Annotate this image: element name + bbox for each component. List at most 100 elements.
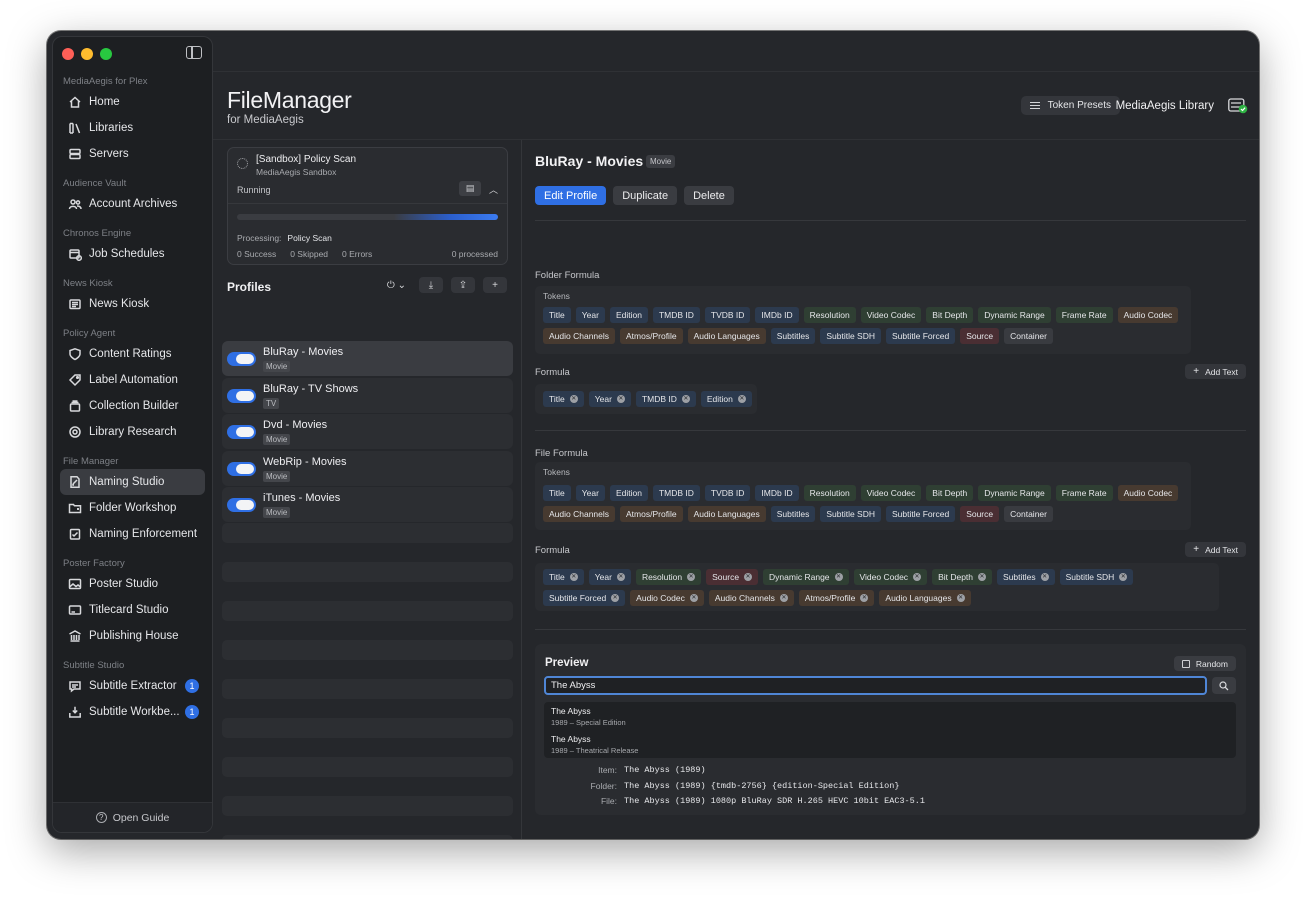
library-name[interactable]: MediaAegis Library <box>1116 100 1214 112</box>
sidebar-item-libraries[interactable]: Libraries <box>60 115 205 141</box>
token-chip[interactable]: TMDB ID <box>652 485 700 501</box>
token-chip[interactable]: Audio Channels <box>543 506 616 522</box>
token-chip[interactable]: Edition <box>609 307 648 323</box>
formula-chip[interactable]: Source ✕ <box>706 569 759 585</box>
formula-chip[interactable]: Subtitle SDH ✕ <box>1059 569 1134 585</box>
sidebar-toggle-icon[interactable] <box>186 46 202 59</box>
sidebar-item-publishing-house[interactable]: Publishing House <box>60 623 205 649</box>
sidebar-item-naming-enforcement[interactable]: Naming Enforcement <box>60 521 205 547</box>
server-status-icon[interactable] <box>1228 98 1248 114</box>
token-chip[interactable]: Bit Depth <box>926 307 974 323</box>
token-chip[interactable]: Source <box>960 328 1000 344</box>
remove-icon[interactable]: ✕ <box>834 573 843 581</box>
sidebar-item-naming-studio[interactable]: Naming Studio <box>60 469 205 495</box>
remove-icon[interactable]: ✕ <box>956 594 965 602</box>
token-chip[interactable]: Subtitles <box>770 506 816 522</box>
token-chip[interactable]: Audio Languages <box>687 328 766 344</box>
profile-row[interactable]: Dvd - Movies Movie <box>222 414 513 449</box>
token-chip[interactable]: Audio Codec <box>1117 485 1179 501</box>
preview-search-button[interactable] <box>1212 677 1236 694</box>
profile-row[interactable]: WebRip - Movies Movie <box>222 450 513 486</box>
add-profile-button[interactable]: + <box>483 277 507 293</box>
token-chip[interactable]: Frame Rate <box>1055 485 1113 501</box>
token-chip[interactable]: Atmos/Profile <box>620 506 683 522</box>
formula-chip[interactable]: Audio Channels ✕ <box>708 590 794 606</box>
token-chip[interactable]: Frame Rate <box>1055 307 1113 323</box>
remove-icon[interactable]: ✕ <box>611 594 620 602</box>
formula-chip[interactable]: Resolution ✕ <box>635 569 702 585</box>
sidebar-item-content-ratings[interactable]: Content Ratings <box>60 341 205 367</box>
edit-profile-button[interactable]: Edit Profile <box>535 186 607 205</box>
remove-icon[interactable]: ✕ <box>687 573 696 581</box>
token-chip[interactable]: Subtitle Forced <box>886 328 956 344</box>
sidebar-item-subtitle-extractor[interactable]: Subtitle Extractor 1 <box>60 673 205 699</box>
result-item[interactable]: The Abyss 1989 – Theatrical Release <box>551 734 638 755</box>
formula-chip[interactable]: Video Codec ✕ <box>853 569 928 585</box>
token-chip[interactable]: Year <box>575 485 605 501</box>
token-chip[interactable]: TMDB ID <box>652 307 700 323</box>
token-chip[interactable]: TVDB ID <box>704 485 751 501</box>
formula-chip[interactable]: Year ✕ <box>588 569 631 585</box>
folder-add-text-button[interactable]: + Add Text <box>1185 364 1246 379</box>
profile-row[interactable]: iTunes - Movies Movie <box>222 487 513 522</box>
token-chip[interactable]: Title <box>543 485 571 501</box>
remove-icon[interactable]: ✕ <box>689 594 698 602</box>
token-chip[interactable]: Subtitles <box>770 328 816 344</box>
remove-icon[interactable]: ✕ <box>616 395 625 403</box>
remove-icon[interactable]: ✕ <box>569 573 578 581</box>
formula-chip[interactable]: Dynamic Range ✕ <box>763 569 849 585</box>
sidebar-item-servers[interactable]: Servers <box>60 141 205 167</box>
token-presets-button[interactable]: Token Presets <box>1020 96 1120 115</box>
token-chip[interactable]: Edition <box>609 485 648 501</box>
file-add-text-button[interactable]: + Add Text <box>1185 542 1246 557</box>
token-chip[interactable]: Year <box>575 307 605 323</box>
token-chip[interactable]: IMDb ID <box>755 307 799 323</box>
token-chip[interactable]: Audio Codec <box>1117 307 1179 323</box>
remove-icon[interactable]: ✕ <box>616 573 625 581</box>
power-menu-button[interactable]: ⏻ ⌄ <box>382 277 411 293</box>
sidebar-item-home[interactable]: Home <box>60 89 205 115</box>
token-chip[interactable]: Dynamic Range <box>978 307 1051 323</box>
token-chip[interactable]: Subtitle SDH <box>820 328 882 344</box>
zoom-window-button[interactable] <box>100 48 112 60</box>
token-chip[interactable]: Subtitle Forced <box>886 506 956 522</box>
sidebar-item-job-schedules[interactable]: Job Schedules <box>60 241 205 267</box>
result-item[interactable]: The Abyss 1989 – Special Edition <box>551 706 626 727</box>
remove-icon[interactable]: ✕ <box>569 395 578 403</box>
sidebar-item-news-kiosk[interactable]: News Kiosk <box>60 291 205 317</box>
job-log-button[interactable]: ▤ <box>459 181 481 196</box>
token-chip[interactable]: Audio Channels <box>543 328 616 344</box>
sidebar-item-collection-builder[interactable]: Collection Builder <box>60 393 205 419</box>
random-button[interactable]: Random <box>1173 656 1236 671</box>
delete-button[interactable]: Delete <box>684 186 734 205</box>
sidebar-item-folder-workshop[interactable]: Folder Workshop <box>60 495 205 521</box>
profile-enabled-toggle[interactable] <box>227 498 256 512</box>
token-chip[interactable]: Container <box>1004 506 1053 522</box>
token-chip[interactable]: Resolution <box>803 485 856 501</box>
chevron-up-icon[interactable]: ︿ <box>489 183 498 196</box>
token-chip[interactable]: IMDb ID <box>755 485 799 501</box>
token-chip[interactable]: Source <box>960 506 1000 522</box>
profile-enabled-toggle[interactable] <box>227 352 256 366</box>
token-chip[interactable]: Video Codec <box>860 307 922 323</box>
profile-enabled-toggle[interactable] <box>227 388 256 403</box>
token-chip[interactable]: Container <box>1004 328 1053 344</box>
profile-row[interactable]: BluRay - Movies Movie <box>222 341 513 376</box>
formula-chip[interactable]: Year ✕ <box>588 391 631 407</box>
token-chip[interactable]: TVDB ID <box>704 307 751 323</box>
token-chip[interactable]: Bit Depth <box>926 485 974 501</box>
formula-chip[interactable]: TMDB ID ✕ <box>635 391 696 407</box>
remove-icon[interactable]: ✕ <box>744 573 753 581</box>
formula-chip[interactable]: Edition ✕ <box>700 391 752 407</box>
formula-chip[interactable]: Audio Languages ✕ <box>879 590 971 606</box>
remove-icon[interactable]: ✕ <box>779 594 788 602</box>
profile-enabled-toggle[interactable] <box>227 425 256 439</box>
remove-icon[interactable]: ✕ <box>913 573 922 581</box>
sidebar-item-account-archives[interactable]: Account Archives <box>60 191 205 217</box>
sidebar-item-poster-studio[interactable]: Poster Studio <box>60 571 205 597</box>
export-button[interactable]: ⇪ <box>451 277 475 293</box>
token-chip[interactable]: Video Codec <box>860 485 922 501</box>
token-chip[interactable]: Atmos/Profile <box>620 328 683 344</box>
sidebar-item-library-research[interactable]: Library Research <box>60 419 205 445</box>
formula-chip[interactable]: Title ✕ <box>543 391 584 407</box>
